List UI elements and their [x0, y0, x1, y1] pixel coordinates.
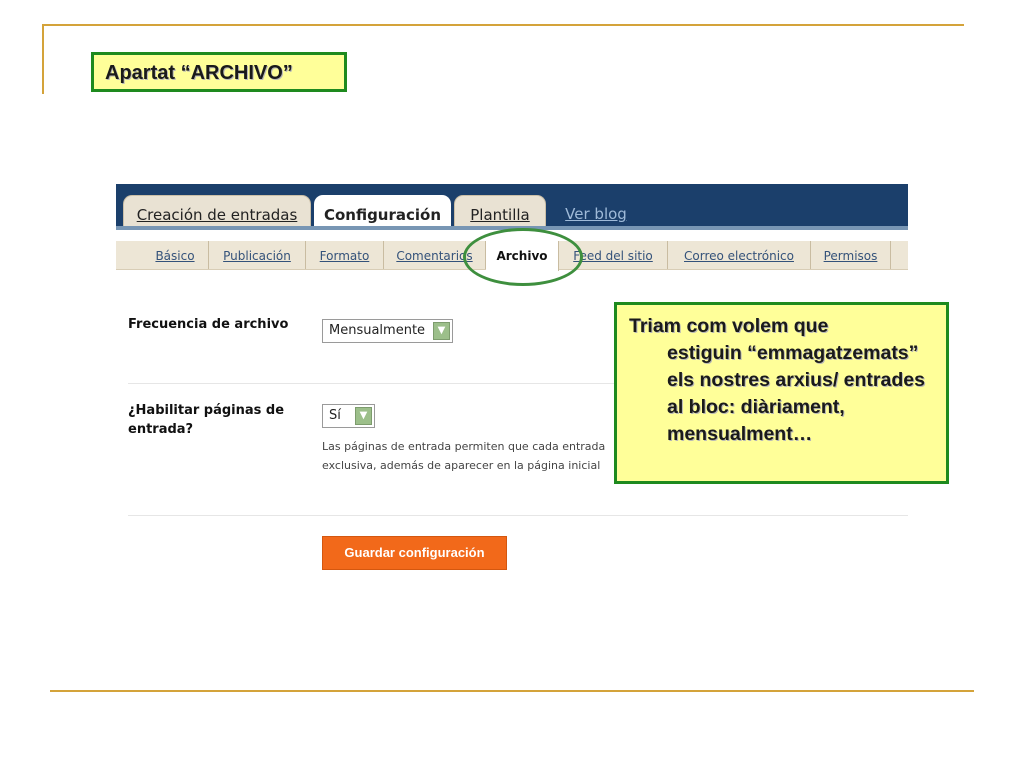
subnav-permisos[interactable]: Permisos — [811, 241, 891, 269]
post-pages-label-line-2: entrada? — [128, 422, 194, 437]
slide-title: Apartat “ARCHIVO” — [91, 52, 347, 92]
archive-frequency-label: Frecuencia de archivo — [128, 317, 289, 332]
post-pages-label: ¿Habilitar páginas de entrada? — [128, 401, 284, 439]
divider — [128, 515, 908, 516]
top-tab-bar: Creación de entradas Configuración Plant… — [116, 184, 908, 233]
slide-left-rule — [42, 24, 44, 94]
divider — [128, 383, 614, 384]
post-pages-label-line-1: ¿Habilitar páginas de — [128, 403, 285, 418]
note-rest: estiguin “emmagatzemats” els nostres arx… — [667, 342, 925, 445]
save-settings-button[interactable]: Guardar configuración — [322, 536, 507, 570]
slide-top-rule — [42, 24, 964, 26]
archivo-highlight-ellipse — [463, 228, 583, 286]
archive-frequency-select[interactable]: Mensualmente ▼ — [322, 319, 453, 343]
post-pages-value: Sí — [329, 408, 341, 423]
subnav-basico[interactable]: Básico — [142, 241, 209, 269]
subnav-formato[interactable]: Formato — [306, 241, 384, 269]
dropdown-arrow-icon: ▼ — [433, 322, 450, 340]
annotation-note: Triam com volem que estiguin “emmagatzem… — [614, 302, 949, 484]
archive-frequency-value: Mensualmente — [329, 323, 426, 338]
post-pages-select[interactable]: Sí ▼ — [322, 404, 375, 428]
tab-plantilla[interactable]: Plantilla — [454, 195, 546, 230]
slide-bottom-rule — [50, 690, 974, 692]
dropdown-arrow-icon: ▼ — [355, 407, 372, 425]
ver-blog-link[interactable]: Ver blog — [556, 195, 636, 230]
tab-creacion-entradas[interactable]: Creación de entradas — [123, 195, 311, 230]
help-line-2: exclusiva, además de aparecer en la pági… — [322, 459, 601, 472]
subnav-publicacion[interactable]: Publicación — [209, 241, 306, 269]
help-line-1: Las páginas de entrada permiten que cada… — [322, 440, 606, 453]
note-first-line: Triam com volem que — [629, 315, 829, 337]
subnav-correo-electronico[interactable]: Correo electrónico — [668, 241, 811, 269]
post-pages-help: Las páginas de entrada permiten que cada… — [322, 437, 614, 475]
